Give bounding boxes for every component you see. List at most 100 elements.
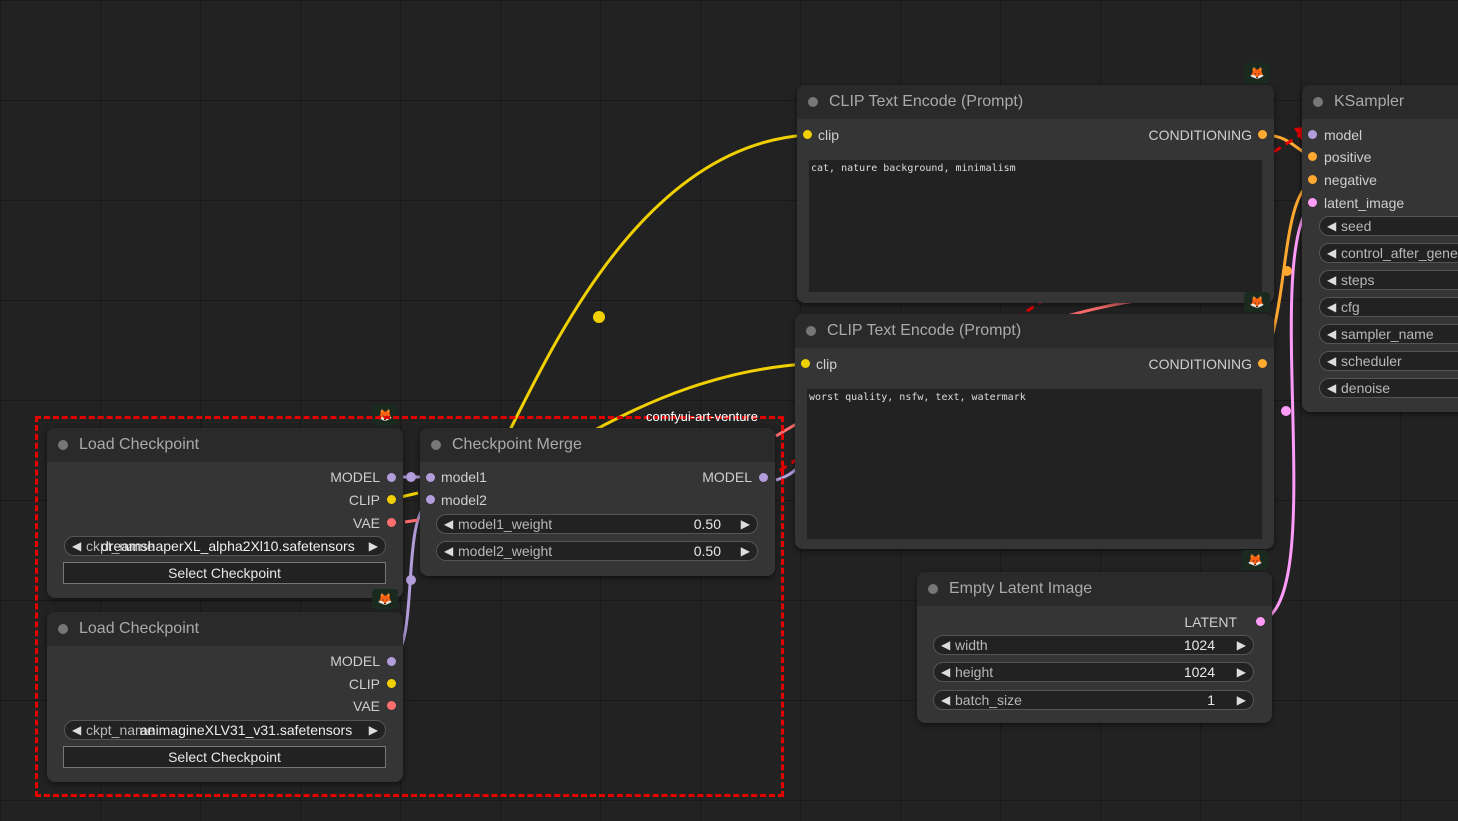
link-vae-short [404,518,419,524]
node-title[interactable]: Empty Latent Image [917,572,1272,606]
node-title[interactable]: Load Checkpoint [47,428,403,462]
collapse-dot-icon[interactable] [58,624,68,634]
increment-arrow-icon[interactable]: ▶ [741,542,750,560]
ckpt-name-combo[interactable]: ◀ ckpt_name animagineXLV31_v31.safetenso… [64,720,386,740]
input-model-dot[interactable] [1308,130,1317,139]
decrement-arrow-icon[interactable]: ◀ [941,691,950,709]
node-title-text: CLIP Text Encode (Prompt) [827,322,1022,339]
input-model-label: model [1324,127,1363,143]
node-title[interactable]: CLIP Text Encode (Prompt) [795,314,1274,348]
cfg-widget[interactable]: ◀ cfg [1319,297,1458,317]
group-label: comfyui-art-venture [646,409,758,424]
height-number-widget[interactable]: ◀ height 1024 ▶ [933,662,1254,682]
output-conditioning-dot[interactable] [1258,130,1267,139]
link-midpoint-model-top [406,472,416,482]
collapse-dot-icon[interactable] [1313,97,1323,107]
node-clip-text-encode-positive[interactable]: CLIP Text Encode (Prompt) clip CONDITION… [797,85,1274,303]
batch-size-value: 1 [1207,692,1215,708]
output-model-label: MODEL [702,469,752,485]
batch-size-number-widget[interactable]: ◀ batch_size 1 ▶ [933,690,1254,710]
decrement-arrow-icon[interactable]: ◀ [941,663,950,681]
seed-widget[interactable]: ◀ seed [1319,216,1458,236]
input-clip-dot[interactable] [803,130,812,139]
decrement-arrow-icon[interactable]: ◀ [1327,244,1336,262]
node-clip-text-encode-negative[interactable]: CLIP Text Encode (Prompt) clip CONDITION… [795,314,1274,549]
node-title[interactable]: CLIP Text Encode (Prompt) [797,85,1274,119]
input-negative-dot[interactable] [1308,175,1317,184]
decrement-arrow-icon[interactable]: ◀ [1327,271,1336,289]
ckpt-name-combo[interactable]: ◀ ckpt_name dreamshaperXL_alpha2Xl10.saf… [64,536,386,556]
seed-label: seed [1341,218,1372,234]
model1-weight-slider[interactable]: ◀ model1_weight 0.50 ▶ [436,514,758,534]
output-latent-dot[interactable] [1256,617,1265,626]
denoise-widget[interactable]: ◀ denoise [1319,378,1458,398]
collapse-dot-icon[interactable] [431,440,441,450]
sampler-name-widget[interactable]: ◀ sampler_name [1319,324,1458,344]
node-load-checkpoint-2[interactable]: Load Checkpoint MODEL CLIP VAE ◀ ckpt_na… [47,612,403,782]
steps-label: steps [1341,272,1375,288]
output-model-dot[interactable] [387,473,396,482]
node-title-text: Load Checkpoint [79,436,200,453]
node-checkpoint-merge[interactable]: Checkpoint Merge model1 model2 MODEL ◀ m… [420,428,775,576]
select-checkpoint-button[interactable]: Select Checkpoint [63,746,386,768]
select-checkpoint-button[interactable]: Select Checkpoint [63,562,386,584]
width-number-widget[interactable]: ◀ width 1024 ▶ [933,635,1254,655]
input-model2-dot[interactable] [426,495,435,504]
output-clip-label: CLIP [348,676,380,692]
prompt-textarea[interactable]: worst quality, nsfw, text, watermark [806,388,1263,540]
node-title[interactable]: Checkpoint Merge [420,428,775,462]
decrement-arrow-icon[interactable]: ◀ [1327,352,1336,370]
output-clip-label: CLIP [348,492,380,508]
decrement-arrow-icon[interactable]: ◀ [1327,379,1336,397]
input-model1-dot[interactable] [426,473,435,482]
node-empty-latent-image[interactable]: Empty Latent Image LATENT ◀ width 1024 ▶… [917,572,1272,723]
input-clip-label: clip [816,356,838,372]
model2-weight-slider[interactable]: ◀ model2_weight 0.50 ▶ [436,541,758,561]
decrement-arrow-icon[interactable]: ◀ [72,537,81,555]
prompt-textarea[interactable]: cat, nature background, minimalism [808,159,1263,293]
input-clip-dot[interactable] [801,359,810,368]
collapse-dot-icon[interactable] [806,326,816,336]
link-midpoint-latent [1281,406,1291,416]
increment-arrow-icon[interactable]: ▶ [1237,691,1246,709]
output-vae-dot[interactable] [387,701,396,710]
node-load-checkpoint-1[interactable]: Load Checkpoint MODEL CLIP VAE ◀ ckpt_na… [47,428,403,598]
decrement-arrow-icon[interactable]: ◀ [1327,298,1336,316]
output-clip-dot[interactable] [387,495,396,504]
model1-weight-label: model1_weight [458,516,553,532]
node-ksampler[interactable]: KSampler model positive negative latent_… [1302,85,1458,412]
steps-widget[interactable]: ◀ steps [1319,270,1458,290]
control-after-generate-label: control_after_gener [1341,245,1458,261]
output-model-dot[interactable] [759,473,768,482]
fox-icon: 🦊 [1242,550,1268,570]
collapse-dot-icon[interactable] [928,584,938,594]
output-model-dot[interactable] [387,657,396,666]
model2-weight-value: 0.50 [693,543,721,559]
collapse-dot-icon[interactable] [58,440,68,450]
increment-arrow-icon[interactable]: ▶ [369,537,378,555]
node-title[interactable]: KSampler [1302,85,1458,119]
node-title[interactable]: Load Checkpoint [47,612,403,646]
decrement-arrow-icon[interactable]: ◀ [1327,217,1336,235]
node-title-text: CLIP Text Encode (Prompt) [829,93,1024,110]
output-clip-dot[interactable] [387,679,396,688]
increment-arrow-icon[interactable]: ▶ [369,721,378,739]
increment-arrow-icon[interactable]: ▶ [741,515,750,533]
decrement-arrow-icon[interactable]: ◀ [444,515,453,533]
input-latent-image-dot[interactable] [1308,198,1317,207]
scheduler-widget[interactable]: ◀ scheduler [1319,351,1458,371]
input-latent-image-label: latent_image [1324,195,1405,211]
increment-arrow-icon[interactable]: ▶ [1237,663,1246,681]
decrement-arrow-icon[interactable]: ◀ [1327,325,1336,343]
decrement-arrow-icon[interactable]: ◀ [72,721,81,739]
input-positive-dot[interactable] [1308,152,1317,161]
link-midpoint-conditioning [1282,266,1292,276]
output-conditioning-dot[interactable] [1258,359,1267,368]
decrement-arrow-icon[interactable]: ◀ [941,636,950,654]
collapse-dot-icon[interactable] [808,97,818,107]
node-title-text: Checkpoint Merge [452,436,582,453]
increment-arrow-icon[interactable]: ▶ [1237,636,1246,654]
output-vae-dot[interactable] [387,518,396,527]
decrement-arrow-icon[interactable]: ◀ [444,542,453,560]
control-after-generate-widget[interactable]: ◀ control_after_gener [1319,243,1458,263]
